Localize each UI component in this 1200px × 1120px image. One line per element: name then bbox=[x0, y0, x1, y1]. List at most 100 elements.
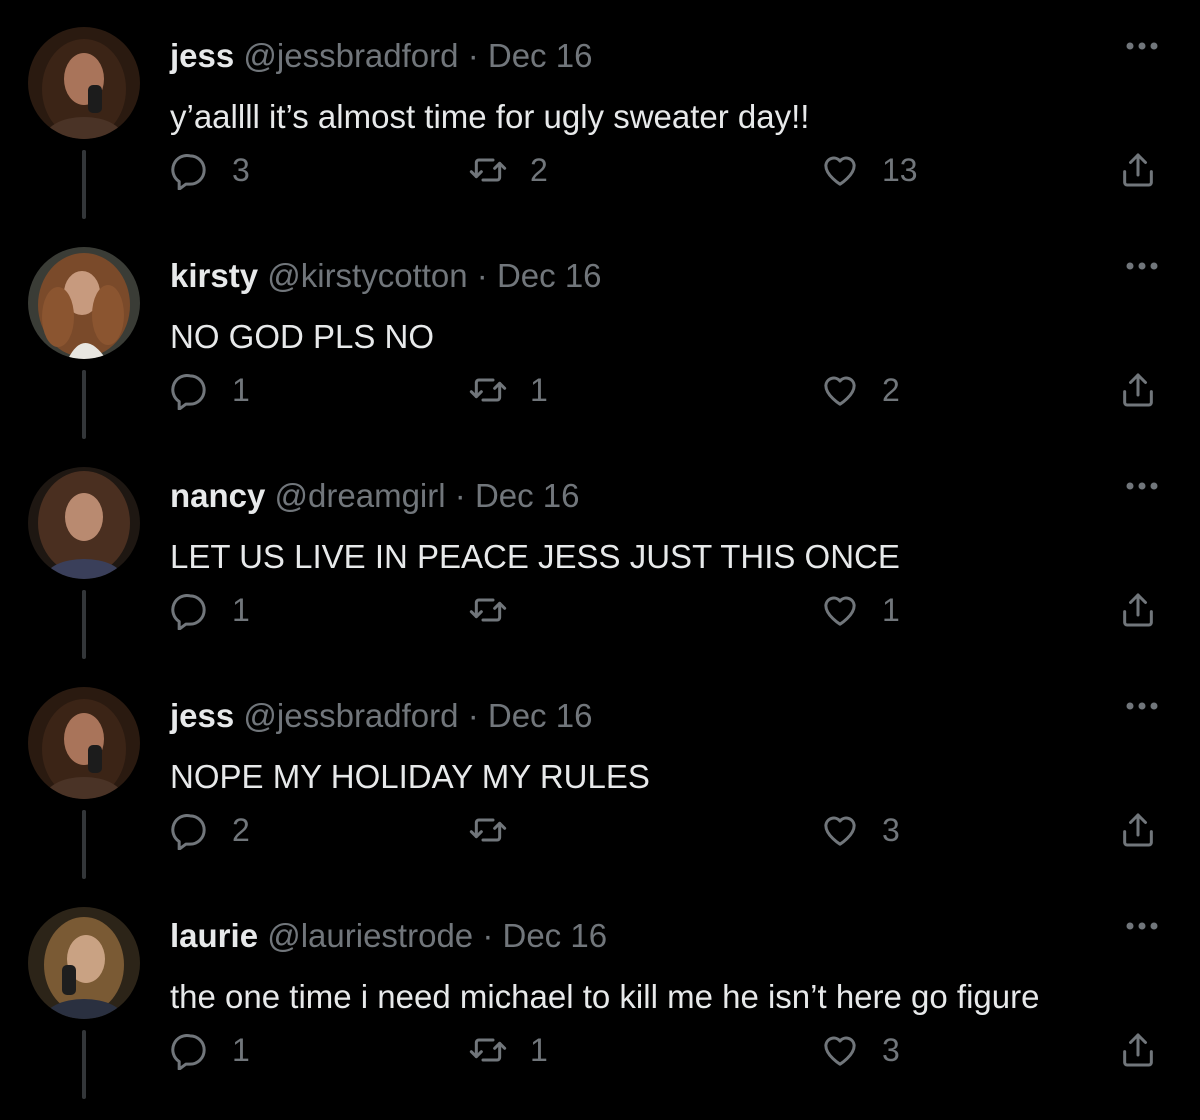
more-icon bbox=[1126, 702, 1158, 710]
heart-icon bbox=[824, 156, 856, 186]
reply-count: 1 bbox=[232, 1031, 250, 1068]
display-name[interactable]: kirsty bbox=[170, 257, 258, 294]
avatar[interactable] bbox=[28, 687, 140, 799]
more-options-button[interactable] bbox=[1120, 254, 1164, 278]
reply-button[interactable]: 1 bbox=[170, 1028, 250, 1072]
separator: · bbox=[467, 37, 479, 74]
more-options-button[interactable] bbox=[1120, 694, 1164, 718]
like-count: 1 bbox=[882, 591, 900, 628]
more-options-button[interactable] bbox=[1120, 914, 1164, 938]
reply-count: 1 bbox=[232, 591, 250, 628]
retweet-icon bbox=[469, 378, 507, 402]
retweet-button[interactable]: 1 bbox=[468, 368, 548, 412]
heart-icon bbox=[824, 596, 856, 626]
tweet[interactable]: nancy @dreamgirl · Dec 16 LET US LIVE IN… bbox=[0, 370, 1200, 659]
display-name[interactable]: jess bbox=[170, 697, 234, 734]
separator: · bbox=[467, 697, 479, 734]
retweet-button[interactable]: 1 bbox=[468, 1028, 548, 1072]
like-count: 3 bbox=[882, 811, 900, 848]
avatar-image bbox=[28, 247, 140, 359]
share-icon bbox=[1123, 593, 1153, 627]
like-button[interactable]: 3 bbox=[820, 1028, 900, 1072]
avatar-image bbox=[28, 27, 140, 139]
more-icon bbox=[1126, 482, 1158, 490]
retweet-button[interactable] bbox=[468, 588, 530, 632]
reply-button[interactable]: 3 bbox=[170, 148, 250, 192]
reply-button[interactable]: 1 bbox=[170, 368, 250, 412]
tweet[interactable]: kirsty @kirstycotton · Dec 16 NO GOD PLS… bbox=[0, 150, 1200, 439]
reply-icon bbox=[171, 374, 206, 410]
tweet-text: NO GOD PLS NO bbox=[170, 318, 435, 355]
display-name[interactable]: nancy bbox=[170, 477, 265, 514]
avatar[interactable] bbox=[28, 907, 140, 1019]
tweet-date[interactable]: Dec 16 bbox=[503, 917, 608, 954]
share-button[interactable] bbox=[1118, 148, 1158, 192]
tweet-date[interactable]: Dec 16 bbox=[488, 37, 593, 74]
separator: · bbox=[482, 917, 494, 954]
tweet-header: jess @jessbradford · Dec 16 bbox=[170, 696, 592, 736]
tweet[interactable]: laurie @lauriestrode · Dec 16 the one ti… bbox=[0, 810, 1200, 1099]
like-button[interactable]: 1 bbox=[820, 588, 900, 632]
avatar[interactable] bbox=[28, 467, 140, 579]
share-button[interactable] bbox=[1118, 808, 1158, 852]
tweet-text: y’aallll it’s almost time for ugly sweat… bbox=[170, 98, 810, 135]
share-button[interactable] bbox=[1118, 1028, 1158, 1072]
heart-icon bbox=[824, 1036, 856, 1066]
like-button[interactable]: 13 bbox=[820, 148, 918, 192]
avatar[interactable] bbox=[28, 247, 140, 359]
retweet-icon bbox=[469, 598, 507, 622]
retweet-button[interactable] bbox=[468, 808, 530, 852]
thread-line bbox=[82, 150, 86, 200]
tweet-text: the one time i need michael to kill me h… bbox=[170, 978, 1040, 1015]
tweet-date[interactable]: Dec 16 bbox=[475, 477, 580, 514]
like-count: 13 bbox=[882, 151, 918, 188]
tweet-date[interactable]: Dec 16 bbox=[488, 697, 593, 734]
share-button[interactable] bbox=[1118, 368, 1158, 412]
more-options-button[interactable] bbox=[1120, 34, 1164, 58]
user-handle[interactable]: @jessbradford bbox=[243, 697, 458, 734]
heart-icon bbox=[824, 816, 856, 846]
avatar[interactable] bbox=[28, 27, 140, 139]
retweet-count: 1 bbox=[530, 371, 548, 408]
avatar-image bbox=[28, 467, 140, 579]
display-name[interactable]: jess bbox=[170, 37, 234, 74]
tweet[interactable]: jess @jessbradford · Dec 16 NOPE MY HOLI… bbox=[0, 590, 1200, 879]
user-handle[interactable]: @jessbradford bbox=[243, 37, 458, 74]
like-count: 2 bbox=[882, 371, 900, 408]
retweet-icon bbox=[469, 1038, 507, 1062]
retweet-count: 2 bbox=[530, 151, 548, 188]
thread-line bbox=[82, 590, 86, 640]
thread-line bbox=[82, 810, 86, 860]
more-icon bbox=[1126, 922, 1158, 930]
reply-icon bbox=[171, 814, 206, 850]
retweet-button[interactable]: 2 bbox=[468, 148, 548, 192]
reply-button[interactable]: 1 bbox=[170, 588, 250, 632]
like-count: 3 bbox=[882, 1031, 900, 1068]
share-button[interactable] bbox=[1118, 588, 1158, 632]
more-options-button[interactable] bbox=[1120, 474, 1164, 498]
tweet-date[interactable]: Dec 16 bbox=[497, 257, 602, 294]
user-handle[interactable]: @kirstycotton bbox=[267, 257, 467, 294]
share-icon bbox=[1123, 373, 1153, 407]
more-icon bbox=[1126, 262, 1158, 270]
thread-line bbox=[82, 1030, 86, 1099]
reply-button[interactable]: 2 bbox=[170, 808, 250, 852]
reply-count: 1 bbox=[232, 371, 250, 408]
reply-icon bbox=[171, 594, 206, 630]
tweet[interactable]: jess @jessbradford · Dec 16 y’aallll it’… bbox=[0, 0, 1200, 219]
user-handle[interactable]: @dreamgirl bbox=[275, 477, 446, 514]
retweet-icon bbox=[469, 158, 507, 182]
tweet-header: laurie @lauriestrode · Dec 16 bbox=[170, 916, 607, 956]
share-icon bbox=[1123, 153, 1153, 187]
heart-icon bbox=[824, 376, 856, 406]
separator: · bbox=[476, 257, 488, 294]
like-button[interactable]: 2 bbox=[820, 368, 900, 412]
reply-icon bbox=[171, 154, 206, 190]
like-button[interactable]: 3 bbox=[820, 808, 900, 852]
reply-count: 3 bbox=[232, 151, 250, 188]
display-name[interactable]: laurie bbox=[170, 917, 258, 954]
avatar-image bbox=[28, 907, 140, 1019]
retweet-count: 1 bbox=[530, 1031, 548, 1068]
avatar-image bbox=[28, 687, 140, 799]
user-handle[interactable]: @lauriestrode bbox=[267, 917, 473, 954]
